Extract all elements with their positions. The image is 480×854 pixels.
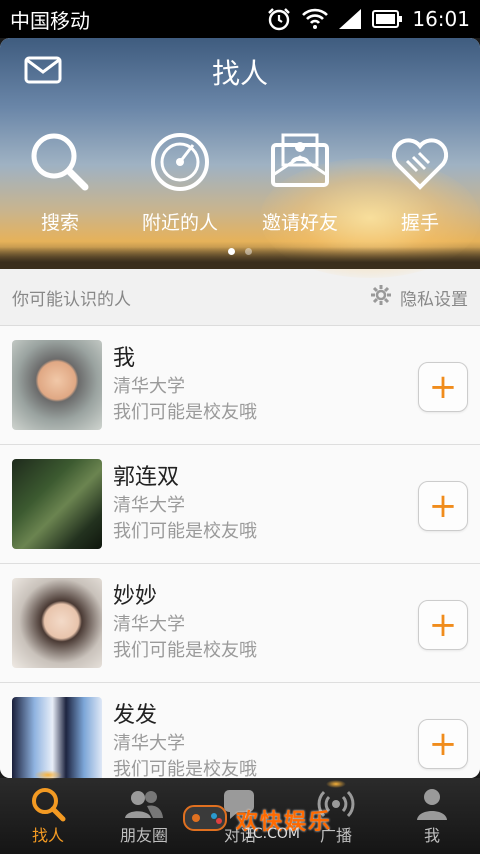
tab-label: 朋友圈: [119, 826, 168, 845]
privacy-label: 隐私设置: [400, 289, 468, 310]
signal-icon: [338, 8, 362, 30]
avatar: [12, 459, 102, 549]
people-list: 我 清华大学 我们可能是校友哦 + 郭连双 清华大学 我们可能是校友哦 + 妙妙…: [0, 326, 480, 778]
page-indicator: [0, 248, 480, 255]
hero-banner: 找人 搜索 附近的人 邀请好友 握手: [0, 38, 480, 278]
action-handshake[interactable]: 握手: [360, 130, 480, 235]
privacy-settings-button[interactable]: 隐私设置: [370, 284, 468, 311]
search-icon: [28, 130, 92, 194]
action-label: 附近的人: [141, 212, 218, 234]
avatar: [12, 340, 102, 430]
game-controller-icon: [180, 796, 230, 844]
search-icon: [28, 786, 68, 822]
notification-glow: [326, 780, 346, 788]
watermark-url: 1C.COM: [244, 826, 301, 842]
friends-icon: [124, 786, 164, 822]
action-label: 握手: [400, 212, 439, 234]
page-dot-active: [228, 248, 235, 255]
tab-label: 找人: [31, 826, 64, 845]
watermark: 欢快娱乐 1C.COM: [180, 796, 332, 844]
action-label: 邀请好友: [261, 212, 338, 234]
list-item[interactable]: 发发 清华大学 我们可能是校友哦 +: [0, 683, 480, 778]
invite-envelope-icon: [268, 130, 332, 194]
section-title: 你可能认识的人: [12, 289, 131, 310]
action-label: 搜索: [40, 212, 79, 234]
page-title: 找人: [211, 57, 268, 90]
list-item[interactable]: 妙妙 清华大学 我们可能是校友哦 +: [0, 564, 480, 683]
action-invite[interactable]: 邀请好友: [240, 130, 360, 235]
tab-label: 我: [423, 826, 440, 845]
add-friend-button[interactable]: +: [418, 362, 468, 412]
tab-find-people[interactable]: 找人: [0, 770, 96, 854]
action-nearby[interactable]: 附近的人: [120, 130, 240, 235]
person-icon: [412, 786, 452, 822]
list-item[interactable]: 我 清华大学 我们可能是校友哦 +: [0, 326, 480, 445]
section-header: 你可能认识的人 隐私设置: [0, 269, 480, 326]
add-friend-button[interactable]: +: [418, 719, 468, 769]
handshake-heart-icon: [388, 130, 452, 194]
alarm-icon: [266, 7, 292, 31]
add-friend-button[interactable]: +: [418, 600, 468, 650]
page-dot: [245, 248, 252, 255]
radar-icon: [148, 130, 212, 194]
add-friend-button[interactable]: +: [418, 481, 468, 531]
wifi-icon: [302, 8, 329, 30]
clock-time: 16:01: [412, 7, 470, 31]
battery-icon: [372, 10, 403, 28]
avatar: [12, 697, 102, 778]
main-card: 找人 搜索 附近的人 邀请好友 握手 你可能认识的人 隐私设置 我 清华大学 我…: [0, 38, 480, 778]
list-item[interactable]: 郭连双 清华大学 我们可能是校友哦 +: [0, 445, 480, 564]
carrier-label: 中国移动: [10, 8, 90, 33]
gear-icon: [370, 284, 392, 311]
action-search[interactable]: 搜索: [0, 130, 120, 235]
tab-moments[interactable]: 朋友圈: [96, 778, 192, 854]
avatar: [12, 578, 102, 668]
quick-actions: 搜索 附近的人 邀请好友 握手: [0, 130, 480, 235]
status-bar: 中国移动 16:01: [0, 0, 480, 38]
tab-me[interactable]: 我: [384, 778, 480, 854]
